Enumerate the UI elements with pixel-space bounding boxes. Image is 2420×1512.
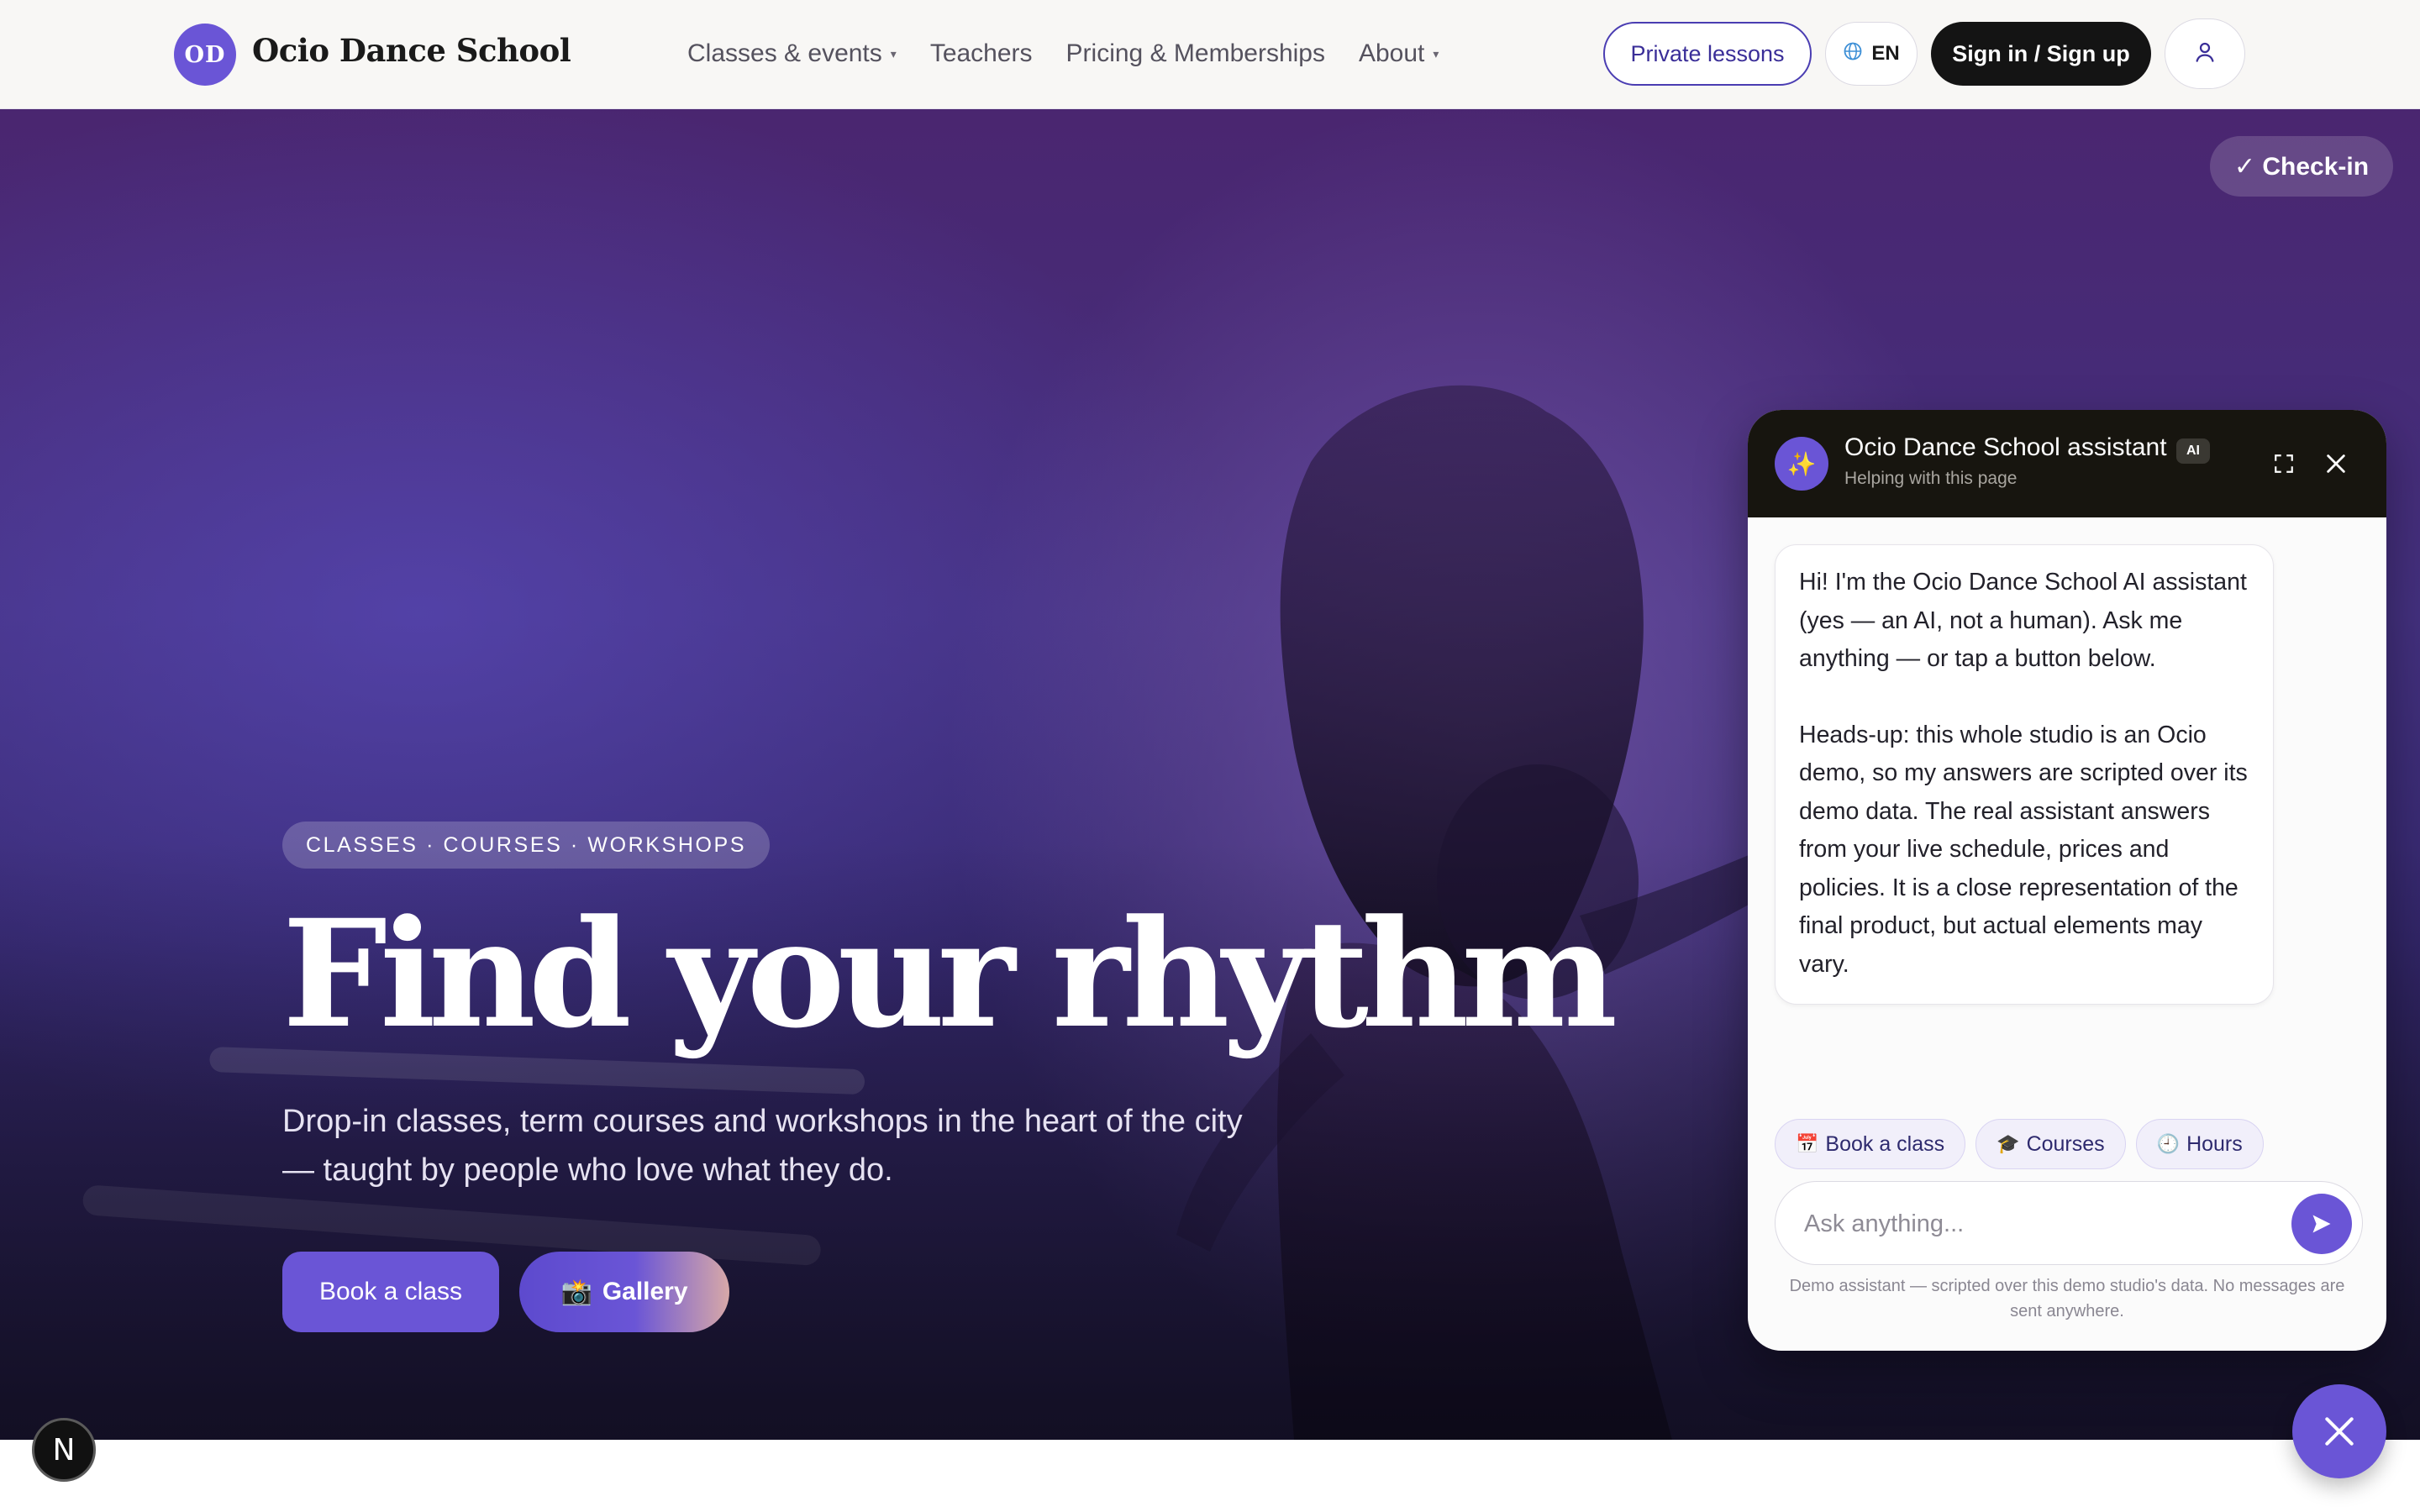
send-icon (2312, 1215, 2331, 1233)
chat-subtitle: Helping with this page (1844, 469, 2018, 488)
hero-title: Find your rhythm (282, 887, 1618, 1061)
nav-item-label: Pricing & Memberships (1065, 39, 1325, 67)
ai-badge: AI (2176, 438, 2210, 464)
expand-icon[interactable] (2267, 447, 2301, 480)
chat-input[interactable] (1804, 1203, 2275, 1245)
nav-item-about[interactable]: About ▾ (1359, 39, 1439, 68)
camera-icon: 📸 (560, 1278, 592, 1306)
chevron-down-icon: ▾ (890, 46, 897, 60)
chip-label: Courses (2026, 1131, 2105, 1156)
chat-input-container (1775, 1181, 2363, 1265)
message-paragraph: Heads-up: this whole studio is an Ocio d… (1799, 721, 2248, 978)
nav-item-label: Teachers (929, 39, 1033, 67)
nav-item-teachers[interactable]: Teachers (930, 39, 1033, 68)
globe-icon (1843, 41, 1863, 67)
chip-book-a-class[interactable]: 📅 Book a class (1775, 1119, 1966, 1169)
check-in-button[interactable]: ✓ Check-in (2210, 136, 2393, 197)
calendar-icon: 📅 (1796, 1133, 1819, 1154)
nav-item-classes-events[interactable]: Classes & events ▾ (687, 39, 897, 68)
send-button[interactable] (2291, 1194, 2352, 1254)
chevron-down-icon: ▾ (1433, 46, 1439, 60)
chat-disclaimer: Demo assistant — scripted over this demo… (1789, 1277, 2345, 1320)
graduation-cap-icon: 🎓 (1996, 1133, 2020, 1154)
message-paragraph: Hi! I'm the Ocio Dance School AI assista… (1799, 569, 2247, 672)
chip-label: Book a class (1825, 1131, 1945, 1156)
nav-item-label: Classes & events (687, 39, 882, 67)
main-nav: Classes & events ▾ Teachers Pricing & Me… (687, 37, 1439, 71)
hero-subtitle: Drop-in classes, term courses and worksh… (282, 1104, 1243, 1188)
close-icon (2325, 1417, 2354, 1446)
language-button[interactable]: EN (1825, 22, 1918, 86)
chip-courses[interactable]: 🎓 Courses (1975, 1119, 2126, 1169)
account-button[interactable] (2165, 18, 2245, 89)
close-icon[interactable] (2319, 447, 2353, 480)
book-a-class-button[interactable]: Book a class (282, 1252, 499, 1332)
private-lessons-button[interactable]: Private lessons (1603, 22, 1812, 86)
chip-label: Hours (2186, 1131, 2243, 1156)
language-label: EN (1871, 42, 1900, 65)
site-header: OD Ocio Dance School Classes & events ▾ … (0, 0, 2420, 109)
assistant-chat-panel: ✨ Ocio Dance School assistant AI Helping… (1748, 410, 2386, 1351)
logo-badge[interactable]: OD (174, 24, 236, 86)
gallery-label: Gallery (602, 1278, 688, 1305)
assistant-message: Hi! I'm the Ocio Dance School AI assista… (1775, 544, 2274, 1005)
gallery-button[interactable]: 📸 Gallery (519, 1252, 729, 1332)
nav-item-label: About (1358, 39, 1425, 67)
brand-name[interactable]: Ocio Dance School (252, 32, 571, 69)
clock-icon: 🕘 (2156, 1133, 2181, 1154)
sign-in-button[interactable]: Sign in / Sign up (1931, 22, 2151, 86)
chip-hours[interactable]: 🕘 Hours (2135, 1119, 2264, 1169)
sparkle-icon: ✨ (1775, 437, 1828, 491)
nextjs-dev-badge[interactable]: N (32, 1418, 96, 1482)
chat-header: ✨ Ocio Dance School assistant AI Helping… (1748, 410, 2386, 517)
chat-title: Ocio Dance School assistant (1844, 433, 2167, 461)
user-icon (2192, 39, 2217, 69)
chat-toggle-close-button[interactable] (2292, 1384, 2386, 1478)
quick-reply-chips: 📅 Book a class 🎓 Courses 🕘 Hours (1775, 1119, 2264, 1169)
hero-tag: CLASSES · COURSES · WORKSHOPS (282, 822, 771, 869)
nav-item-pricing[interactable]: Pricing & Memberships (1066, 39, 1325, 68)
